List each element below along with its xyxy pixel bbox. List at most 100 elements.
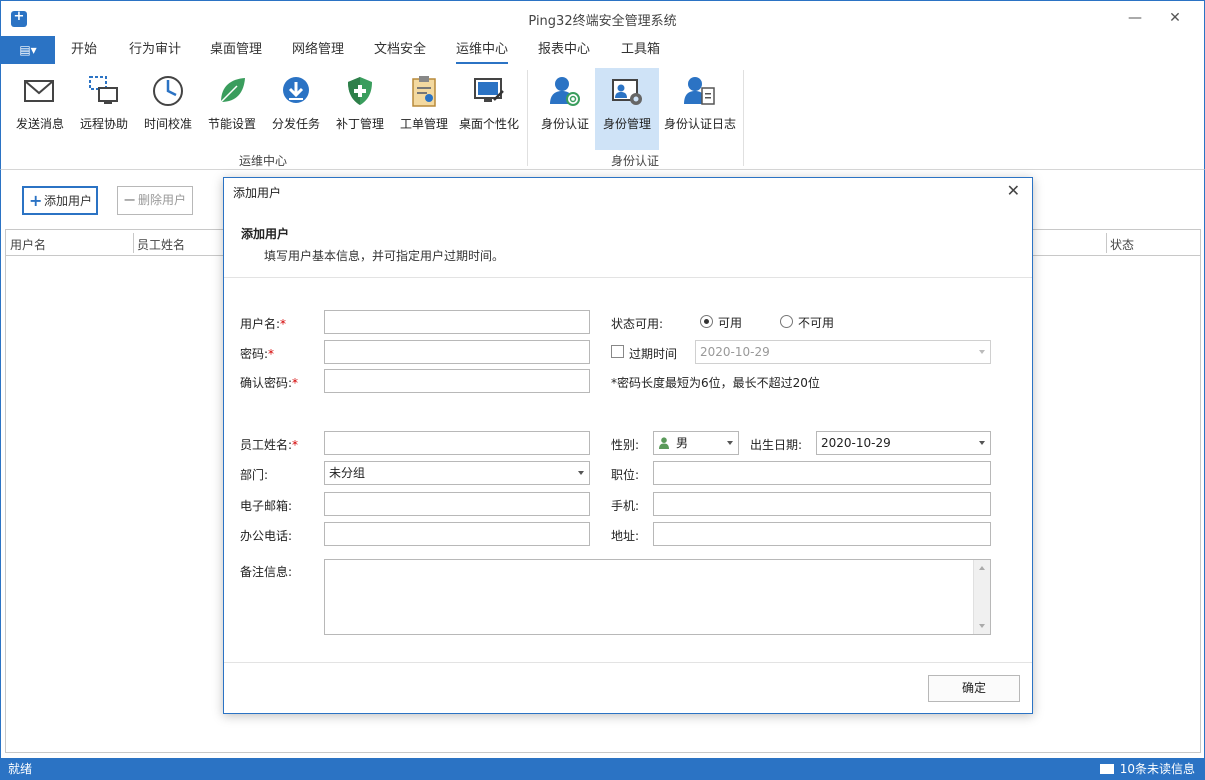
identity-management-button[interactable]: 身份管理	[595, 68, 659, 150]
password-field[interactable]	[324, 340, 590, 364]
tab-desktop-management[interactable]: 桌面管理	[210, 36, 262, 64]
ribbon-label: 身份认证	[540, 117, 589, 131]
identity-auth-button[interactable]: 身份认证	[536, 68, 594, 150]
tab-document-security[interactable]: 文档安全	[374, 36, 426, 64]
office-phone-field[interactable]	[324, 522, 590, 546]
unread-messages[interactable]: 10条未读信息	[1099, 758, 1195, 780]
title-bar: Ping32终端安全管理系统 — ✕	[0, 0, 1205, 36]
position-label: 职位:	[611, 468, 640, 482]
clipboard-icon	[412, 76, 436, 107]
tab-network-management[interactable]: 网络管理	[292, 36, 344, 64]
gender-select[interactable]: 男	[653, 431, 739, 455]
remote-desktop-icon	[89, 76, 118, 104]
energy-settings-button[interactable]: 节能设置	[203, 68, 261, 150]
employee-name-label: 员工姓名:*	[240, 438, 299, 452]
tab-report-center[interactable]: 报表中心	[538, 36, 590, 64]
shield-icon	[348, 77, 372, 105]
expire-checkbox[interactable]	[611, 345, 624, 358]
dialog-divider	[224, 277, 1032, 278]
plus-icon: +	[29, 191, 43, 210]
chevron-down-icon	[979, 441, 985, 445]
mobile-field[interactable]	[653, 492, 991, 516]
delete-user-button[interactable]: − 删除用户	[117, 186, 193, 215]
position-field[interactable]	[653, 461, 991, 485]
minimize-button[interactable]: —	[1120, 7, 1150, 29]
time-calibration-button[interactable]: 时间校准	[139, 68, 197, 150]
username-field[interactable]	[324, 310, 590, 334]
ribbon-label: 节能设置	[207, 117, 256, 131]
ticket-management-button[interactable]: 工单管理	[395, 68, 453, 150]
add-user-button[interactable]: + 添加用户	[22, 186, 98, 215]
status-enabled-radio[interactable]	[700, 315, 713, 328]
status-disabled-radio[interactable]	[780, 315, 793, 328]
status-disabled-label[interactable]: 不可用	[798, 314, 834, 331]
group-label-operations: 运维中心	[239, 154, 288, 168]
status-enabled-label[interactable]: 可用	[718, 314, 742, 331]
unread-count: 10条未读信息	[1119, 762, 1195, 776]
ribbon-label: 身份管理	[602, 117, 651, 131]
confirm-button[interactable]: 确定	[928, 675, 1020, 702]
office-phone-label: 办公电话:	[240, 529, 293, 543]
dialog-footer-divider	[224, 662, 1032, 663]
dialog-close-button[interactable]: ✕	[1007, 181, 1020, 200]
user-fingerprint-icon	[550, 77, 580, 106]
dialog-subheading: 填写用户基本信息，并可指定用户过期时间。	[264, 249, 505, 263]
group-divider	[527, 70, 528, 166]
gender-label: 性别:	[611, 438, 640, 452]
chevron-down-icon	[979, 350, 985, 354]
remarks-scrollbar[interactable]	[973, 560, 990, 634]
column-status[interactable]: 状态	[1110, 236, 1134, 253]
column-employee-name[interactable]: 员工姓名	[137, 236, 185, 253]
person-icon	[659, 437, 669, 449]
tab-behavior-audit[interactable]: 行为审计	[129, 36, 181, 64]
remote-assist-button[interactable]: 远程协助	[75, 68, 133, 150]
confirm-password-field[interactable]	[324, 369, 590, 393]
tab-toolbox[interactable]: 工具箱	[621, 36, 660, 64]
expire-label[interactable]: 过期时间	[629, 345, 677, 362]
monitor-brush-icon	[474, 78, 504, 102]
desktop-personalize-button[interactable]: 桌面个性化	[456, 68, 522, 150]
remarks-textarea[interactable]	[324, 559, 991, 635]
username-label: 用户名:*	[240, 317, 287, 331]
status-bar: 就绪 10条未读信息	[0, 758, 1205, 780]
identity-auth-log-button[interactable]: 身份认证日志	[662, 68, 738, 150]
email-label: 电子邮箱:	[240, 499, 293, 513]
scroll-down-icon[interactable]	[979, 624, 985, 628]
minus-icon: −	[123, 190, 137, 209]
mobile-label: 手机:	[611, 499, 640, 513]
expire-date-picker[interactable]: 2020-10-29	[695, 340, 991, 364]
ribbon-label: 身份认证日志	[663, 117, 736, 131]
message-icon	[1099, 764, 1114, 774]
department-select[interactable]: 未分组	[324, 461, 590, 485]
close-window-button[interactable]: ✕	[1160, 7, 1190, 29]
employee-name-field[interactable]	[324, 431, 590, 455]
confirm-password-label: 确认密码:*	[240, 376, 299, 390]
department-label: 部门:	[240, 468, 269, 482]
birth-date-picker[interactable]: 2020-10-29	[816, 431, 991, 455]
app-menu-button[interactable]: ▤▾	[1, 36, 55, 64]
id-card-gear-icon	[612, 79, 642, 105]
gender-value: 男	[676, 436, 689, 450]
clock-icon	[153, 76, 183, 106]
email-field[interactable]	[324, 492, 590, 516]
ribbon-label: 桌面个性化	[458, 117, 519, 131]
address-field[interactable]	[653, 522, 991, 546]
tab-start[interactable]: 开始	[71, 36, 97, 64]
dialog-title: 添加用户	[233, 186, 282, 200]
scroll-up-icon[interactable]	[979, 566, 985, 570]
ribbon-label: 发送消息	[15, 117, 64, 131]
group-divider	[743, 70, 744, 166]
send-message-button[interactable]: 发送消息	[11, 68, 69, 150]
ribbon: 发送消息 远程协助 时间校准 节能设置 分发任务 补丁管理 工单管理 桌面个性化…	[0, 64, 1205, 170]
add-user-label: 添加用户	[44, 194, 93, 208]
chevron-down-icon	[727, 441, 733, 445]
leaf-icon	[220, 78, 245, 103]
window-title: Ping32终端安全管理系统	[528, 14, 677, 29]
column-username[interactable]: 用户名	[10, 236, 46, 253]
birth-date-value: 2020-10-29	[821, 436, 891, 450]
distribute-task-button[interactable]: 分发任务	[267, 68, 325, 150]
tab-operations-center[interactable]: 运维中心	[456, 36, 509, 64]
column-divider	[1106, 233, 1107, 253]
add-user-dialog: 添加用户 ✕ 添加用户 填写用户基本信息，并可指定用户过期时间。 用户名:* 状…	[223, 177, 1033, 714]
patch-management-button[interactable]: 补丁管理	[331, 68, 389, 150]
